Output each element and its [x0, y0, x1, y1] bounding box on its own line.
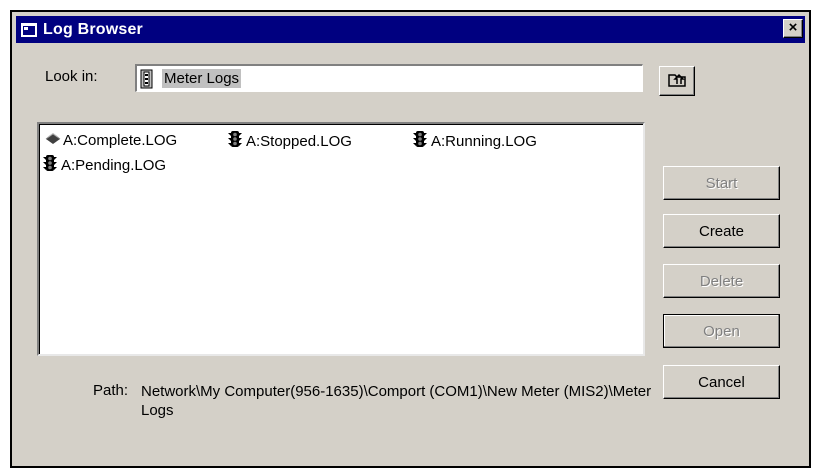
- meter-icon: [140, 69, 154, 89]
- log-item-label: A:Stopped.LOG: [246, 132, 352, 150]
- start-button-label: Start: [705, 174, 738, 192]
- path-value: Network\My Computer(956-1635)\Comport (C…: [141, 383, 652, 419]
- log-item-complete[interactable]: A:Complete.LOG: [45, 130, 177, 150]
- look-in-value: Meter Logs: [162, 69, 242, 88]
- log-item-label: A:Running.LOG: [431, 132, 537, 150]
- window-icon: [21, 22, 37, 37]
- open-button[interactable]: Open: [663, 314, 780, 348]
- log-item-stopped[interactable]: A:Stopped.LOG: [226, 130, 352, 152]
- close-button[interactable]: ×: [783, 19, 803, 38]
- look-in-dropdown[interactable]: Meter Logs: [135, 64, 643, 92]
- window-title: Log Browser: [43, 20, 143, 38]
- look-in-label: Look in:: [45, 68, 98, 85]
- complete-log-icon: [45, 130, 63, 150]
- open-button-label: Open: [703, 322, 740, 340]
- up-one-level-icon: [668, 71, 686, 91]
- stoplight-icon: [41, 154, 61, 176]
- log-item-label: A:Pending.LOG: [61, 156, 167, 174]
- log-browser-dialog: Log Browser × Look in: Meter Logs A:Comp…: [10, 10, 811, 468]
- log-item-label: A:Complete.LOG: [63, 131, 178, 149]
- create-button[interactable]: Create: [663, 214, 780, 248]
- start-button[interactable]: Start: [663, 166, 780, 200]
- create-button-label: Create: [698, 222, 745, 240]
- log-item-running[interactable]: A:Running.LOG: [411, 130, 537, 152]
- close-icon: ×: [788, 19, 798, 36]
- up-one-level-button[interactable]: [659, 66, 695, 96]
- title-bar: Log Browser ×: [16, 16, 805, 43]
- delete-button-label: Delete: [699, 272, 744, 290]
- stoplight-icon: [226, 130, 246, 152]
- cancel-button-label: Cancel: [698, 373, 745, 391]
- path-label: Path:: [93, 382, 129, 399]
- delete-button[interactable]: Delete: [663, 264, 780, 298]
- log-file-list[interactable]: A:Complete.LOG A:Stopped.LOG A:Running.L…: [37, 122, 645, 356]
- log-item-pending[interactable]: A:Pending.LOG: [41, 154, 166, 176]
- cancel-button[interactable]: Cancel: [663, 365, 780, 399]
- stoplight-icon: [411, 130, 431, 152]
